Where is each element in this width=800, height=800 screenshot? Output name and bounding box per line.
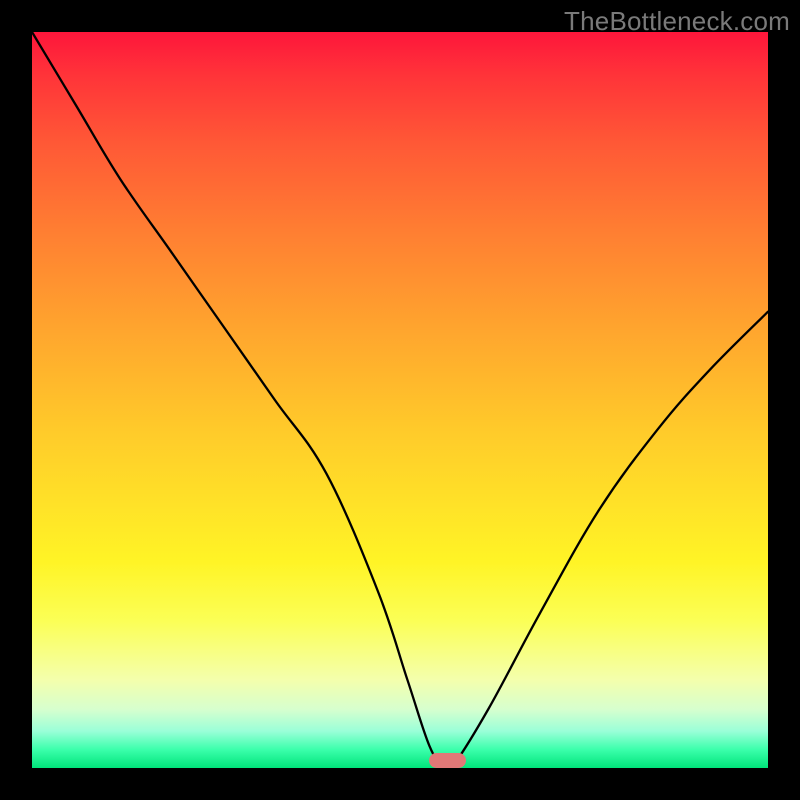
curve-svg (32, 32, 768, 768)
bottleneck-curve-path (32, 32, 768, 768)
plot-area (32, 32, 768, 768)
optimum-marker (429, 753, 466, 768)
chart-frame: TheBottleneck.com (0, 0, 800, 800)
watermark-text: TheBottleneck.com (564, 6, 790, 37)
